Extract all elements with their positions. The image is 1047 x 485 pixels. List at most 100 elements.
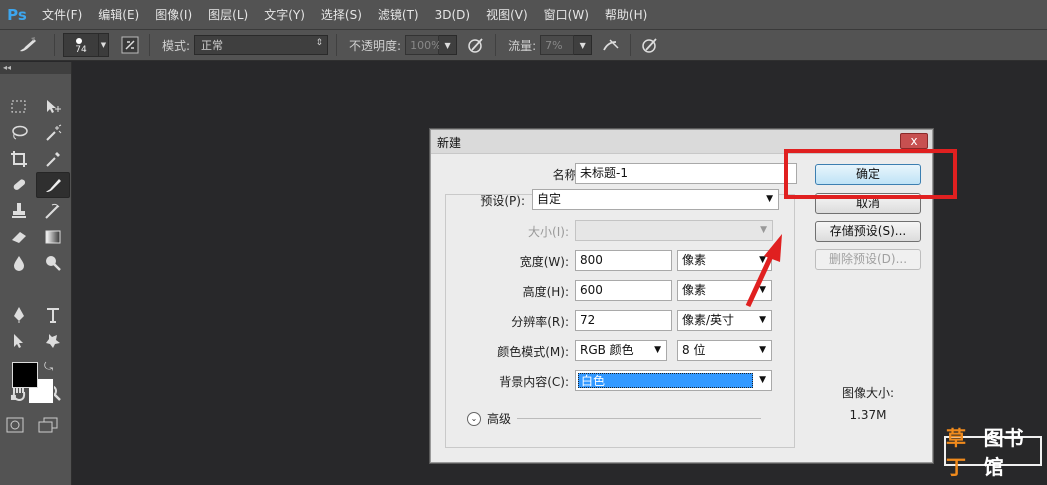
dodge-tool-icon[interactable] — [36, 250, 70, 276]
advanced-toggle[interactable]: ⌄ 高级 — [467, 410, 511, 427]
eyedropper-tool-icon[interactable] — [36, 146, 70, 172]
history-brush-tool-icon[interactable] — [36, 198, 70, 224]
chevron-down-icon: ▼ — [759, 315, 766, 325]
lasso-tool-icon[interactable] — [2, 120, 36, 146]
chevron-down-icon: ▼ — [654, 345, 661, 355]
swap-colors-icon[interactable]: ⤿ — [44, 360, 53, 374]
separator — [336, 34, 338, 56]
pressure-opacity-icon[interactable] — [465, 34, 487, 56]
magic-wand-tool-icon[interactable] — [36, 120, 70, 146]
height-label: 高度(H): — [522, 285, 569, 299]
color-mode-value: RGB 颜色 — [580, 343, 634, 357]
menu-help[interactable]: 帮助(H) — [597, 0, 655, 30]
screen-mode-icon[interactable] — [38, 417, 58, 436]
width-unit-select[interactable]: 像素 ▼ — [677, 250, 772, 271]
preset-label: 预设(P): — [480, 194, 525, 208]
separator — [149, 34, 150, 56]
width-label: 宽度(W): — [519, 255, 569, 269]
resolution-unit-select[interactable]: 像素/英寸 ▼ — [677, 310, 772, 331]
chevron-down-icon: ▼ — [759, 345, 766, 355]
menu-window[interactable]: 窗口(W) — [536, 0, 597, 30]
foreground-color-swatch[interactable] — [12, 362, 38, 388]
chevron-down-icon: ▼ — [759, 255, 766, 265]
pressure-size-icon[interactable] — [639, 34, 661, 56]
healing-brush-tool-icon[interactable] — [2, 172, 36, 198]
delete-preset-button: 删除预设(D)... — [815, 249, 921, 270]
updown-arrow-icon: ⇕ — [315, 38, 324, 48]
path-selection-tool-icon[interactable] — [2, 328, 36, 354]
bit-depth-select[interactable]: 8 位 ▼ — [677, 340, 772, 361]
brush-tool-icon[interactable] — [36, 172, 70, 198]
menu-edit[interactable]: 编辑(E) — [90, 0, 147, 30]
mode-value: 正常 — [201, 39, 224, 52]
color-swatches: ⤿ ▪ — [10, 360, 66, 412]
height-input[interactable]: 600 — [575, 280, 672, 301]
chevron-down-icon[interactable]: ▼ — [439, 35, 458, 55]
menu-filter[interactable]: 滤镜(T) — [370, 0, 427, 30]
save-preset-button[interactable]: 存储预设(S)... — [815, 221, 921, 242]
mode-select[interactable]: 正常 ⇕ — [194, 35, 329, 55]
background-content-value: 白色 — [578, 373, 753, 388]
airbrush-icon[interactable] — [600, 34, 622, 56]
image-size-value: 1.37M — [849, 408, 887, 422]
separator — [54, 34, 55, 56]
menu-3d[interactable]: 3D(D) — [427, 0, 478, 30]
eraser-tool-icon[interactable] — [2, 224, 36, 250]
resolution-input[interactable]: 72 — [575, 310, 672, 331]
opacity-input[interactable]: 100% — [405, 35, 442, 55]
menu-layer[interactable]: 图层(L) — [200, 0, 256, 30]
type-tool-icon[interactable] — [36, 302, 70, 328]
image-size-title: 图像大小: — [841, 386, 895, 400]
chevron-down-icon[interactable]: ▼ — [574, 35, 593, 55]
close-button[interactable]: x — [900, 133, 928, 149]
watermark-text-accent: 草丁 — [946, 426, 966, 479]
width-input[interactable]: 800 — [575, 250, 672, 271]
name-input[interactable]: 未标题-1 — [575, 163, 797, 184]
chevron-down-icon[interactable]: ▼ — [99, 33, 109, 57]
preset-select[interactable]: 自定 ▼ — [532, 189, 779, 210]
custom-shape-tool-icon[interactable] — [36, 328, 70, 354]
menu-select[interactable]: 选择(S) — [313, 0, 370, 30]
menu-bar: Ps 文件(F) 编辑(E) 图像(I) 图层(L) 文字(Y) 选择(S) 滤… — [0, 0, 1047, 30]
quick-mask-icon[interactable] — [6, 417, 24, 436]
size-select: ▼ — [575, 220, 773, 241]
chevron-double-down-icon: ⌄ — [467, 411, 481, 426]
color-mode-select[interactable]: RGB 颜色 ▼ — [575, 340, 667, 361]
brush-size-preview[interactable]: 74 — [63, 33, 99, 57]
bit-depth-value: 8 位 — [682, 343, 706, 357]
move-tool-icon[interactable] — [36, 94, 70, 120]
crop-tool-icon[interactable] — [2, 146, 36, 172]
clone-stamp-tool-icon[interactable] — [2, 198, 36, 224]
options-bar: 74 ▼ 模式: 正常 ⇕ 不透明度: 100% ▼ 流量: 7% ▼ — [0, 30, 1047, 61]
mode-label: 模式: — [162, 38, 191, 53]
opacity-label: 不透明度: — [349, 38, 402, 53]
marquee-tool-icon[interactable] — [2, 94, 36, 120]
size-label: 大小(I): — [528, 225, 569, 239]
menu-type[interactable]: 文字(Y) — [256, 0, 313, 30]
height-unit-value: 像素 — [682, 283, 707, 297]
preset-value: 自定 — [537, 192, 562, 206]
watermark-text: 图书馆 — [983, 426, 1024, 479]
dialog-title: 新建 — [437, 136, 462, 150]
toolbox-collapse-icon[interactable]: ◂◂ — [0, 62, 71, 74]
pen-tool-icon[interactable] — [2, 302, 36, 328]
flow-input[interactable]: 7% — [540, 35, 575, 55]
chevron-down-icon: ▼ — [759, 375, 766, 385]
width-unit-value: 像素 — [682, 253, 707, 267]
brush-tool-preset-icon[interactable] — [10, 34, 46, 56]
menu-file[interactable]: 文件(F) — [34, 0, 90, 30]
photoshop-logo: Ps — [7, 5, 27, 24]
blur-tool-icon[interactable] — [2, 250, 36, 276]
mask-controls — [6, 417, 58, 436]
background-content-select[interactable]: 白色 ▼ — [575, 370, 772, 391]
brush-panel-toggle-icon[interactable] — [119, 34, 141, 56]
menu-view[interactable]: 视图(V) — [478, 0, 536, 30]
height-unit-select[interactable]: 像素 ▼ — [677, 280, 772, 301]
advanced-label: 高级 — [487, 412, 512, 426]
default-colors-icon[interactable]: ▪ — [10, 392, 17, 403]
gradient-tool-icon[interactable] — [36, 224, 70, 250]
brush-preset-picker[interactable]: 74 ▼ — [63, 33, 109, 57]
chevron-down-icon: ▼ — [759, 285, 766, 295]
menu-image[interactable]: 图像(I) — [147, 0, 200, 30]
chevron-down-icon: ▼ — [766, 194, 773, 204]
